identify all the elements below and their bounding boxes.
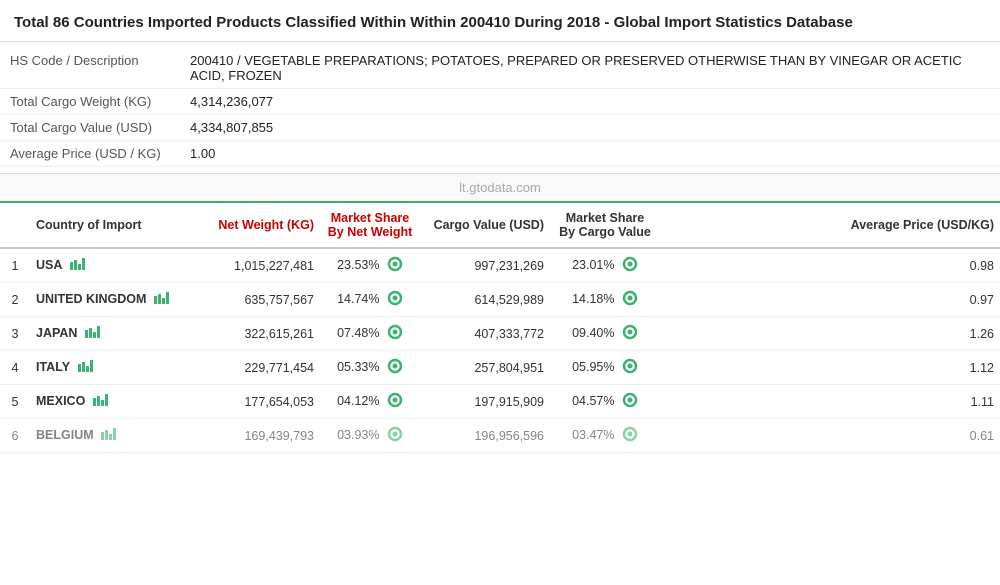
donut-icon-nw[interactable] [387, 392, 403, 411]
table-row: 1 USA 1,015,227,481 23.53% 997,231,269 2… [0, 248, 1000, 283]
country-name: BELGIUM [36, 428, 94, 442]
country-name: ITALY [36, 360, 70, 374]
cargo-value-cell: 197,915,909 [420, 385, 550, 419]
info-value: 4,334,807,855 [180, 115, 1000, 141]
info-value: 1.00 [180, 141, 1000, 167]
watermark: lt.gtodata.com [0, 173, 1000, 203]
market-share-cv-cell: 14.18% [550, 283, 660, 317]
net-weight-cell: 635,757,567 [190, 283, 320, 317]
bar-chart-icon[interactable] [93, 394, 109, 409]
title-bold: Total 86 Countries Imported Products Cla… [14, 14, 600, 31]
market-share-nw-cell: 04.12% [320, 385, 420, 419]
donut-icon-cv[interactable] [622, 324, 638, 343]
row-number: 4 [0, 351, 30, 385]
bar-chart-icon[interactable] [85, 326, 101, 341]
cargo-value-cell: 196,956,596 [420, 419, 550, 453]
info-label: Total Cargo Weight (KG) [0, 89, 180, 115]
col-cargo-value: Cargo Value (USD) [420, 203, 550, 248]
country-cell: MEXICO [30, 385, 190, 419]
info-row: Average Price (USD / KG) 1.00 [0, 141, 1000, 167]
donut-icon-nw[interactable] [387, 358, 403, 377]
info-table: HS Code / Description 200410 / VEGETABLE… [0, 48, 1000, 167]
country-name: JAPAN [36, 326, 77, 340]
market-share-nw-cell: 07.48% [320, 317, 420, 351]
market-share-nw-cell: 05.33% [320, 351, 420, 385]
info-row: Total Cargo Value (USD) 4,334,807,855 [0, 115, 1000, 141]
donut-icon-nw[interactable] [387, 290, 403, 309]
col-num [0, 203, 30, 248]
country-cell: USA [30, 248, 190, 283]
avg-price-cell: 0.98 [660, 248, 1000, 283]
country-cell: UNITED KINGDOM [30, 283, 190, 317]
header-section: Total 86 Countries Imported Products Cla… [0, 0, 1000, 42]
page-title: Total 86 Countries Imported Products Cla… [14, 12, 986, 33]
donut-icon-nw[interactable] [387, 426, 403, 445]
info-label: Average Price (USD / KG) [0, 141, 180, 167]
country-name: UNITED KINGDOM [36, 292, 146, 306]
table-row: 4 ITALY 229,771,454 05.33% 257,804,951 0… [0, 351, 1000, 385]
market-share-cv-cell: 05.95% [550, 351, 660, 385]
country-name: USA [36, 258, 62, 272]
net-weight-cell: 229,771,454 [190, 351, 320, 385]
table-row: 6 BELGIUM 169,439,793 03.93% 196,956,596… [0, 419, 1000, 453]
data-table: Country of ImportNet Weight (KG)Market S… [0, 203, 1000, 453]
row-number: 6 [0, 419, 30, 453]
country-cell: JAPAN [30, 317, 190, 351]
market-share-nw-cell: 03.93% [320, 419, 420, 453]
bar-chart-icon[interactable] [101, 428, 117, 443]
donut-icon-cv[interactable] [622, 256, 638, 275]
net-weight-cell: 322,615,261 [190, 317, 320, 351]
country-cell: BELGIUM [30, 419, 190, 453]
table-row: 3 JAPAN 322,615,261 07.48% 407,333,772 0… [0, 317, 1000, 351]
donut-icon-cv[interactable] [622, 392, 638, 411]
table-row: 5 MEXICO 177,654,053 04.12% 197,915,909 … [0, 385, 1000, 419]
cargo-value-cell: 407,333,772 [420, 317, 550, 351]
info-row: Total Cargo Weight (KG) 4,314,236,077 [0, 89, 1000, 115]
bar-chart-icon[interactable] [154, 292, 170, 307]
row-number: 1 [0, 248, 30, 283]
market-share-cv-cell: 03.47% [550, 419, 660, 453]
bar-chart-icon[interactable] [78, 360, 94, 375]
market-share-cv-cell: 04.57% [550, 385, 660, 419]
title-suffix: - Global Import Statistics Database [600, 14, 853, 31]
info-label: HS Code / Description [0, 48, 180, 89]
country-name: MEXICO [36, 394, 85, 408]
market-share-nw-cell: 23.53% [320, 248, 420, 283]
country-cell: ITALY [30, 351, 190, 385]
row-number: 2 [0, 283, 30, 317]
avg-price-cell: 1.26 [660, 317, 1000, 351]
net-weight-cell: 169,439,793 [190, 419, 320, 453]
cargo-value-cell: 257,804,951 [420, 351, 550, 385]
avg-price-cell: 1.11 [660, 385, 1000, 419]
donut-icon-cv[interactable] [622, 426, 638, 445]
table-row: 2 UNITED KINGDOM 635,757,567 14.74% 614,… [0, 283, 1000, 317]
row-number: 5 [0, 385, 30, 419]
col-market-share-nw: Market ShareBy Net Weight [320, 203, 420, 248]
net-weight-cell: 1,015,227,481 [190, 248, 320, 283]
info-value: 4,314,236,077 [180, 89, 1000, 115]
donut-icon-nw[interactable] [387, 256, 403, 275]
bar-chart-icon[interactable] [70, 258, 86, 273]
cargo-value-cell: 614,529,989 [420, 283, 550, 317]
info-row: HS Code / Description 200410 / VEGETABLE… [0, 48, 1000, 89]
col-country: Country of Import [30, 203, 190, 248]
market-share-nw-cell: 14.74% [320, 283, 420, 317]
net-weight-cell: 177,654,053 [190, 385, 320, 419]
donut-icon-nw[interactable] [387, 324, 403, 343]
market-share-cv-cell: 23.01% [550, 248, 660, 283]
avg-price-cell: 0.61 [660, 419, 1000, 453]
donut-icon-cv[interactable] [622, 290, 638, 309]
col-net-weight: Net Weight (KG) [190, 203, 320, 248]
avg-price-cell: 0.97 [660, 283, 1000, 317]
cargo-value-cell: 997,231,269 [420, 248, 550, 283]
donut-icon-cv[interactable] [622, 358, 638, 377]
avg-price-cell: 1.12 [660, 351, 1000, 385]
col-avg-price: Average Price (USD/KG) [660, 203, 1000, 248]
row-number: 3 [0, 317, 30, 351]
market-share-cv-cell: 09.40% [550, 317, 660, 351]
col-market-share-cv: Market ShareBy Cargo Value [550, 203, 660, 248]
info-label: Total Cargo Value (USD) [0, 115, 180, 141]
info-value: 200410 / VEGETABLE PREPARATIONS; POTATOE… [180, 48, 1000, 89]
